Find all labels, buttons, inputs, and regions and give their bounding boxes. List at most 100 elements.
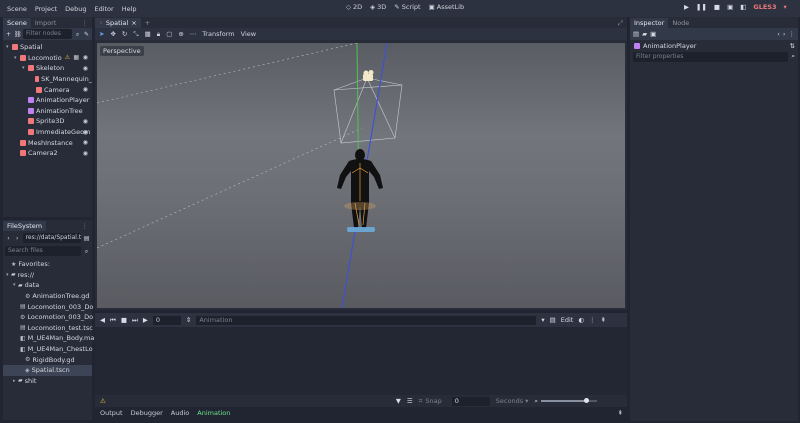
save-icon[interactable]: ▣ bbox=[650, 30, 656, 38]
back-icon[interactable]: ‹ bbox=[5, 235, 12, 242]
object-properties-icon[interactable]: ⇅ bbox=[790, 42, 795, 50]
snap-step-field[interactable]: 0 bbox=[451, 396, 490, 406]
scale-tool-icon[interactable]: ⤡ bbox=[133, 30, 138, 39]
search-files-input[interactable]: Search files bbox=[5, 246, 81, 256]
warning-icon[interactable]: ⚠ bbox=[100, 397, 106, 405]
workspace-2d[interactable]: ◇ 2D bbox=[346, 3, 362, 11]
animation-track-area[interactable] bbox=[95, 327, 627, 395]
tree-arrow-icon[interactable]: ▾ bbox=[14, 55, 19, 61]
stop-icon[interactable]: ■ bbox=[121, 316, 127, 324]
more-icon[interactable]: ⋮ bbox=[589, 316, 596, 324]
perspective-menu[interactable]: Perspective bbox=[100, 46, 144, 56]
scene-tree-node[interactable]: ▾ Skeleton ◉ bbox=[3, 63, 92, 74]
animation-selector[interactable]: Animation bbox=[196, 315, 537, 325]
path-field[interactable]: res://data/Spatial.t bbox=[22, 233, 82, 243]
camera-icon[interactable] bbox=[363, 70, 374, 81]
menu-help[interactable]: Help bbox=[118, 5, 141, 13]
time-unit-selector[interactable]: Seconds bbox=[496, 397, 523, 405]
visibility-eye-icon[interactable]: ◉ bbox=[83, 150, 88, 157]
filesystem-item[interactable]: ▤ Locomotion_test.tsc bbox=[3, 323, 93, 334]
filesystem-item[interactable]: ◧ M_UE4Man_ChestLo bbox=[3, 344, 93, 355]
menu-project[interactable]: Project bbox=[31, 5, 61, 13]
visibility-eye-icon[interactable]: ◉ bbox=[83, 86, 88, 93]
scene-tree-node[interactable]: ▾ Locomotio ⚠ ▦ ◉ bbox=[3, 53, 92, 64]
tab-spatial[interactable]: ◦ Spatial × bbox=[95, 18, 141, 28]
snap-icon[interactable]: ⌗ bbox=[419, 397, 423, 406]
link-icon[interactable]: ⛓ bbox=[14, 31, 22, 38]
tab-inspector[interactable]: Inspector bbox=[630, 18, 669, 28]
close-icon[interactable]: × bbox=[131, 19, 136, 27]
new-scene-tab-button[interactable]: + bbox=[141, 18, 154, 28]
visibility-eye-icon[interactable]: ◉ bbox=[83, 65, 88, 72]
open-folder-icon[interactable]: ▰ bbox=[642, 30, 647, 38]
play-custom-scene-icon[interactable]: ◧ bbox=[740, 3, 746, 11]
spinner-icon[interactable]: ⇕ bbox=[186, 316, 191, 324]
filesystem-item[interactable]: ⚙ Locomotion_003_Do bbox=[3, 312, 93, 323]
search-icon[interactable]: ⌕ bbox=[791, 52, 795, 61]
inspected-object-name[interactable]: AnimationPlayer bbox=[643, 42, 696, 50]
forward-icon[interactable]: › bbox=[783, 30, 786, 38]
script-attach-icon[interactable]: ✎ bbox=[83, 31, 90, 38]
filesystem-item[interactable]: ▾ ▰ data bbox=[3, 280, 92, 291]
visibility-eye-icon[interactable]: ◉ bbox=[83, 54, 88, 61]
scene-tree-node[interactable]: ▾ Spatial bbox=[3, 42, 92, 53]
history-icon[interactable]: ⋮ bbox=[789, 30, 796, 38]
filter-icon[interactable]: ▼ bbox=[396, 397, 401, 405]
pin-icon[interactable]: ⇞ bbox=[601, 316, 606, 324]
filesystem-item[interactable]: ◈ Spatial.tscn bbox=[3, 364, 92, 376]
play-backwards-icon[interactable]: ◀ bbox=[100, 316, 105, 324]
forward-icon[interactable]: › bbox=[14, 235, 21, 242]
workspace-script[interactable]: ✎ Script bbox=[394, 3, 420, 11]
search-icon[interactable]: ⌕ bbox=[83, 248, 90, 255]
filesystem-item[interactable]: ★ Favorites: bbox=[3, 259, 92, 270]
play-icon[interactable]: ▶ bbox=[143, 316, 148, 324]
tab-import[interactable]: Import bbox=[31, 18, 61, 28]
zoom-slider-handle[interactable] bbox=[584, 398, 590, 403]
edit-menu[interactable]: Edit bbox=[561, 316, 574, 324]
copy-icon[interactable]: ▤ bbox=[550, 316, 556, 324]
warning-icon[interactable]: ⚠ bbox=[65, 54, 70, 61]
tab-node[interactable]: Node bbox=[668, 18, 693, 28]
rotate-tool-icon[interactable]: ↻ bbox=[122, 30, 127, 38]
back-icon[interactable]: ‹ bbox=[777, 30, 780, 38]
track-list-icon[interactable]: ☰ bbox=[407, 397, 413, 405]
select-tool-icon[interactable]: ➤ bbox=[99, 30, 104, 38]
filesystem-item[interactable]: ⚙ AnimationTree.gd bbox=[3, 291, 92, 302]
visibility-eye-icon[interactable]: ◉ bbox=[83, 139, 88, 146]
visibility-eye-icon[interactable]: ◉ bbox=[83, 129, 88, 136]
filesystem-item[interactable]: ▤ Locomotion_003_Do bbox=[3, 301, 93, 312]
tree-arrow-icon[interactable]: ▾ bbox=[6, 44, 11, 50]
menu-editor[interactable]: Editor bbox=[90, 5, 117, 13]
tab-animation[interactable]: Animation bbox=[197, 409, 230, 417]
chevron-down-icon[interactable]: ▾ bbox=[784, 3, 787, 11]
scene-tree-node[interactable]: Camera ◉ bbox=[3, 84, 92, 95]
tab-filesystem[interactable]: FileSystem bbox=[3, 221, 47, 231]
search-icon[interactable]: ⌕ bbox=[74, 31, 81, 38]
play-backwards-start-icon[interactable]: ⏮ bbox=[110, 316, 116, 325]
tab-debugger[interactable]: Debugger bbox=[131, 409, 163, 417]
distraction-free-icon[interactable]: ⤢ bbox=[614, 18, 627, 28]
zoom-icon[interactable]: ⌕ bbox=[534, 397, 538, 406]
filter-properties-input[interactable]: Filter properties bbox=[633, 51, 789, 62]
pause-icon[interactable]: ❚❚ bbox=[696, 3, 707, 11]
scene-tree-node[interactable]: Camera2 ◉ bbox=[3, 148, 92, 159]
tab-audio[interactable]: Audio bbox=[171, 409, 189, 417]
move-tool-icon[interactable]: ✥ bbox=[110, 30, 115, 38]
local-space-icon[interactable]: ⊕ bbox=[178, 30, 183, 38]
filter-nodes-input[interactable]: Filter nodes bbox=[23, 29, 72, 39]
chevron-down-icon[interactable]: ▾ bbox=[525, 397, 528, 405]
frame-field[interactable]: 0 bbox=[152, 315, 181, 325]
split-view-icon[interactable]: ▤ bbox=[83, 235, 90, 242]
open-in-editor-icon[interactable]: ▦ bbox=[73, 54, 79, 61]
lock-icon[interactable]: 🔒︎ bbox=[157, 30, 160, 39]
new-resource-icon[interactable]: ▤ bbox=[633, 30, 639, 38]
visibility-eye-icon[interactable]: ◉ bbox=[83, 118, 88, 125]
scene-tree-node[interactable]: AnimationTree bbox=[3, 106, 92, 117]
3d-viewport[interactable]: Perspective bbox=[97, 43, 625, 308]
view-menu[interactable]: View bbox=[241, 30, 256, 38]
scene-tree-node[interactable]: ImmediateGeom ◉ bbox=[3, 127, 92, 138]
scene-tree-node[interactable]: AnimationPlayer bbox=[3, 95, 92, 106]
filesystem-item[interactable]: ◧ M_UE4Man_Body.ma bbox=[3, 333, 94, 344]
menu-debug[interactable]: Debug bbox=[61, 5, 90, 13]
zoom-slider[interactable] bbox=[541, 398, 597, 403]
